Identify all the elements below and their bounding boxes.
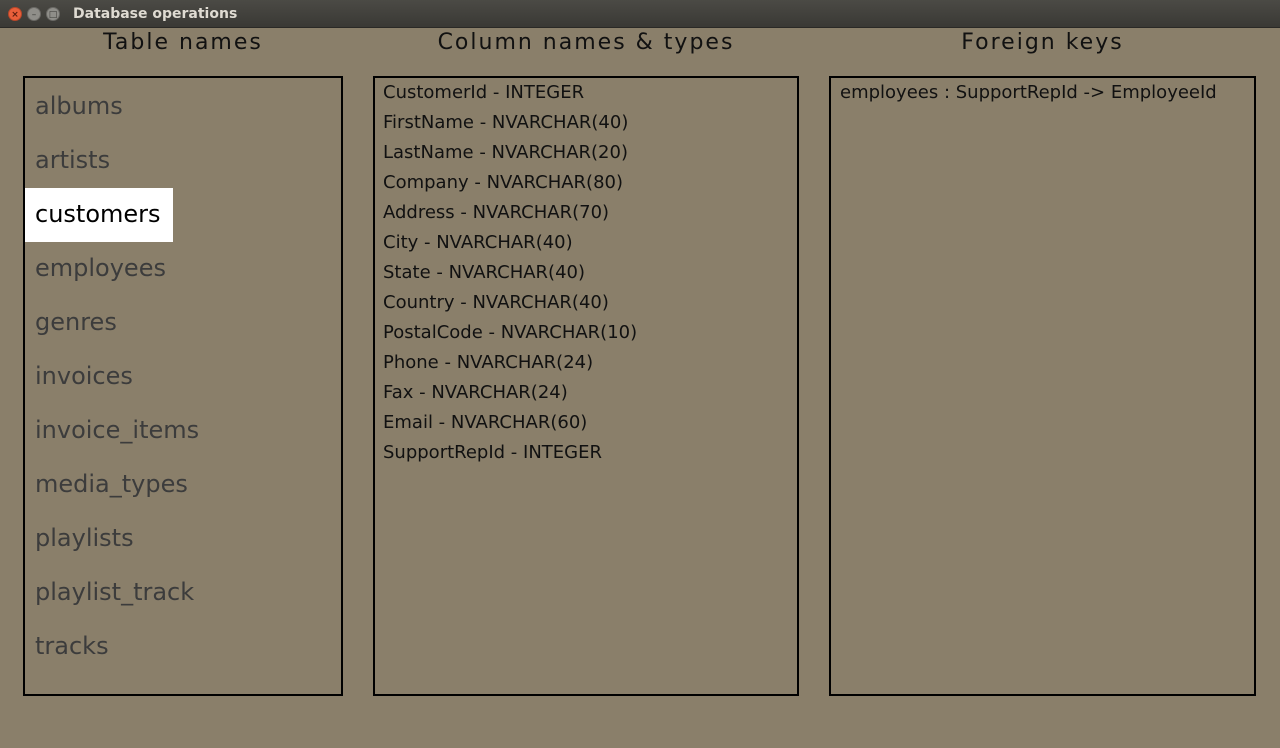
table-item-invoice-items[interactable]: invoice_items [25,404,211,458]
foreign-key-list: employees : SupportRepId -> EmployeeId [840,81,1217,111]
column-item[interactable]: LastName - NVARCHAR(20) [383,141,637,171]
column-item[interactable]: Company - NVARCHAR(80) [383,171,637,201]
column-names-heading: Column names & types [437,30,735,55]
column-item[interactable]: City - NVARCHAR(40) [383,231,637,261]
table-names-heading: Table names [103,30,263,55]
table-item-playlist-track[interactable]: playlist_track [25,566,206,620]
column-item[interactable]: PostalCode - NVARCHAR(10) [383,321,637,351]
column-item[interactable]: CustomerId - INTEGER [383,81,637,111]
table-item-media-types[interactable]: media_types [25,458,200,512]
foreign-keys-list[interactable]: employees : SupportRepId -> EmployeeId [829,76,1256,696]
table-item-invoices[interactable]: invoices [25,350,145,404]
minimize-window-icon[interactable]: – [27,7,41,21]
table-item-customers[interactable]: customers [25,188,173,242]
table-names-list[interactable]: albums artists customers employees genres inv… [23,76,343,696]
column-item[interactable]: SupportRepId - INTEGER [383,441,637,471]
table-item-playlists[interactable]: playlists [25,512,146,566]
column-item[interactable]: Email - NVARCHAR(60) [383,411,637,441]
title-bar: × – □ Database operations [0,0,1280,28]
column-list: CustomerId - INTEGER FirstName - NVARCHAR… [383,81,637,471]
window-title: Database operations [73,6,238,22]
foreign-key-item[interactable]: employees : SupportRepId -> EmployeeId [840,81,1217,111]
table-item-albums[interactable]: albums [25,80,135,134]
table-item-artists[interactable]: artists [25,134,122,188]
column-item[interactable]: Country - NVARCHAR(40) [383,291,637,321]
column-names-list[interactable]: CustomerId - INTEGER FirstName - NVARCHAR… [373,76,799,696]
table-item-tracks[interactable]: tracks [25,620,121,674]
foreign-keys-heading: Foreign keys [961,30,1124,55]
maximize-window-icon[interactable]: □ [46,7,60,21]
column-item[interactable]: Phone - NVARCHAR(24) [383,351,637,381]
column-item[interactable]: Address - NVARCHAR(70) [383,201,637,231]
column-item[interactable]: Fax - NVARCHAR(24) [383,381,637,411]
table-item-genres[interactable]: genres [25,296,129,350]
table-item-employees[interactable]: employees [25,242,178,296]
column-item[interactable]: FirstName - NVARCHAR(40) [383,111,637,141]
column-item[interactable]: State - NVARCHAR(40) [383,261,637,291]
close-window-icon[interactable]: × [8,7,22,21]
